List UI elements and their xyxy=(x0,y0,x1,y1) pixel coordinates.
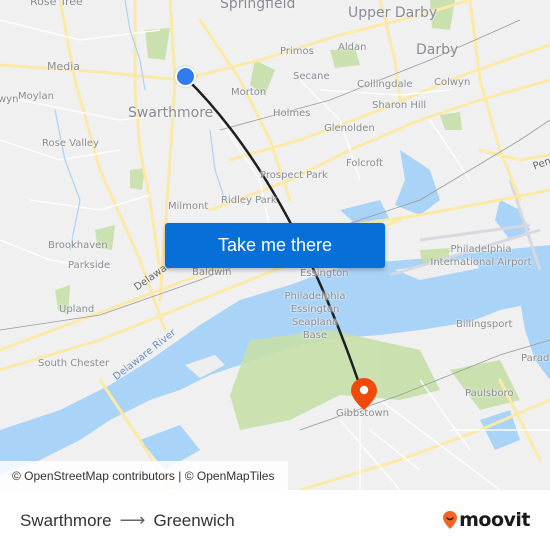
place-label: Rose Valley xyxy=(42,138,99,149)
place-label: Essington xyxy=(300,268,349,279)
place-label: Philadelphia International Airport xyxy=(426,243,536,269)
brand-name: moovit xyxy=(459,509,530,531)
place-label: Media xyxy=(47,60,81,73)
arrow-right-icon: ⟶ xyxy=(119,510,146,530)
route-title: Swarthmore ⟶ Greenwich xyxy=(20,510,235,531)
place-label: Billingsport xyxy=(456,319,513,330)
place-label: Paulsboro xyxy=(465,388,514,399)
place-label: Holmes xyxy=(273,108,311,119)
place-label: Colwyn xyxy=(434,77,471,88)
place-label: wyn xyxy=(0,94,19,105)
place-label: Upland xyxy=(59,304,95,315)
place-label: Milmont xyxy=(168,201,209,212)
place-label: Ridley Park xyxy=(221,195,277,206)
airport-label: Philadelphia International Airport xyxy=(430,244,532,268)
place-label: Glenolden xyxy=(324,123,375,134)
place-label: Primos xyxy=(280,46,314,57)
place-label: Moylan xyxy=(18,91,54,102)
place-label: Folcroft xyxy=(346,158,384,169)
place-label: Swarthmore xyxy=(128,105,214,121)
map-view[interactable]: Rose Tree Springfield Upper Darby Darby … xyxy=(0,0,550,490)
seaplane-base-label: Philadelphia Essington Seaplane Base xyxy=(284,291,346,341)
place-label: Philadelphia Essington Seaplane Base xyxy=(280,290,350,342)
place-label: Springfield xyxy=(220,0,296,12)
place-label: South Chester xyxy=(38,358,110,369)
moovit-pin-icon xyxy=(443,511,458,529)
place-label: Sharon Hill xyxy=(372,100,427,111)
place-label: Aldan xyxy=(338,42,367,53)
footer-bar: Swarthmore ⟶ Greenwich moovit xyxy=(0,490,550,550)
attribution-text[interactable]: © OpenStreetMap contributors | © OpenMap… xyxy=(12,469,274,483)
place-label: Prospect Park xyxy=(260,170,328,181)
moovit-logo[interactable]: moovit xyxy=(442,509,530,531)
origin-name: Swarthmore xyxy=(20,510,112,530)
take-me-there-button[interactable]: Take me there xyxy=(165,223,385,268)
place-label: Rose Tree xyxy=(30,0,83,8)
map-attribution[interactable]: © OpenStreetMap contributors | © OpenMap… xyxy=(0,461,288,490)
place-label: Brookhaven xyxy=(48,240,108,251)
place-label: Darby xyxy=(416,42,459,58)
map-pin-icon[interactable] xyxy=(350,377,378,411)
place-label: Secane xyxy=(293,71,330,82)
origin-dot-icon[interactable] xyxy=(175,66,196,87)
place-label: Morton xyxy=(231,87,267,98)
place-label: Collingdale xyxy=(357,79,413,90)
place-label: Parkside xyxy=(68,260,111,271)
place-label: Baldwin xyxy=(192,267,232,278)
destination-name: Greenwich xyxy=(153,510,235,530)
place-label: Parad xyxy=(521,353,550,364)
place-label: Upper Darby xyxy=(348,5,438,21)
